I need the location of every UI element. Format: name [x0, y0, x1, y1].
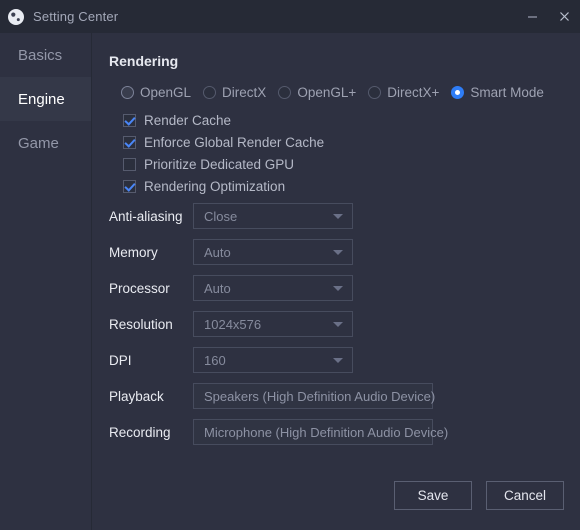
playback-device-value: Speakers (High Definition Audio Device)	[204, 388, 436, 404]
radio-icon	[368, 85, 382, 99]
checkbox-label: Prioritize Dedicated GPU	[144, 156, 295, 172]
sidebar-item-game[interactable]: Game	[0, 121, 91, 165]
row-resolution: Resolution 1024x576	[93, 306, 580, 342]
recording-device-value: Microphone (High Definition Audio Device…	[204, 424, 449, 440]
recording-device-field[interactable]: Microphone (High Definition Audio Device…	[193, 419, 448, 445]
checkbox-render-cache[interactable]: Render Cache	[123, 109, 324, 131]
radio-label: Smart Mode	[470, 84, 544, 100]
checkbox-icon	[123, 157, 136, 171]
radio-icon	[121, 85, 134, 99]
minimize-icon	[527, 16, 537, 18]
radio-smart-mode[interactable]: Smart Mode	[451, 85, 544, 100]
memory-label: Memory	[109, 244, 158, 260]
processor-value: Auto	[204, 280, 231, 296]
chevron-down-icon	[333, 321, 343, 327]
anti-aliasing-select[interactable]: Close	[193, 203, 353, 229]
chevron-down-icon	[333, 357, 343, 363]
processor-select[interactable]: Auto	[193, 275, 353, 301]
engine-form: Anti-aliasing Close Memory Auto Processo…	[93, 198, 580, 450]
radio-opengl-plus[interactable]: OpenGL+	[278, 85, 356, 100]
dpi-value: 160	[204, 352, 226, 368]
radio-directx[interactable]: DirectX	[203, 85, 266, 100]
close-button[interactable]	[548, 0, 580, 33]
chevron-down-icon	[333, 249, 343, 255]
sidebar-item-label: Engine	[18, 90, 65, 108]
dialog-footer: Save Cancel	[394, 481, 564, 510]
cancel-button[interactable]: Cancel	[486, 481, 564, 510]
minimize-button[interactable]	[516, 0, 548, 33]
playback-device-field[interactable]: Speakers (High Definition Audio Device)	[193, 383, 436, 409]
row-processor: Processor Auto	[93, 270, 580, 306]
checkbox-icon	[123, 113, 136, 127]
memory-value: Auto	[204, 244, 231, 260]
window-title: Setting Center	[33, 9, 119, 24]
row-dpi: DPI 160	[93, 342, 580, 378]
section-title-rendering: Rendering	[109, 53, 179, 69]
resolution-value: 1024x576	[204, 316, 262, 332]
radio-icon	[278, 85, 292, 99]
radio-opengl[interactable]: OpenGL	[121, 85, 191, 100]
radio-label: DirectX	[222, 84, 267, 100]
sidebar-item-basics[interactable]: Basics	[0, 33, 91, 77]
row-playback: Playback Speakers (High Definition Audio…	[93, 378, 580, 414]
radio-directx-plus[interactable]: DirectX+	[368, 85, 439, 100]
rendering-options-list: Render Cache Enforce Global Render Cache…	[123, 109, 324, 197]
recording-label: Recording	[109, 424, 171, 440]
title-bar: Setting Center	[0, 0, 580, 33]
window-controls	[516, 0, 580, 33]
setting-center-window: Setting Center Basics Engine Game Render…	[0, 0, 580, 530]
chevron-down-icon	[333, 285, 343, 291]
moon-logo-icon	[8, 8, 24, 25]
checkbox-icon	[123, 135, 136, 149]
processor-label: Processor	[109, 280, 170, 296]
anti-aliasing-label: Anti-aliasing	[109, 208, 183, 224]
radio-label: OpenGL+	[297, 84, 357, 100]
checkbox-label: Rendering Optimization	[144, 178, 286, 194]
sidebar: Basics Engine Game	[0, 33, 92, 530]
checkbox-label: Enforce Global Render Cache	[144, 134, 325, 150]
sidebar-item-label: Basics	[18, 46, 63, 64]
dpi-select[interactable]: 160	[193, 347, 353, 373]
radio-icon	[203, 85, 217, 99]
checkbox-label: Render Cache	[144, 112, 232, 128]
checkbox-prioritize-dedicated-gpu[interactable]: Prioritize Dedicated GPU	[123, 153, 324, 175]
chevron-down-icon	[333, 213, 343, 219]
memory-select[interactable]: Auto	[193, 239, 353, 265]
checkbox-rendering-optimization[interactable]: Rendering Optimization	[123, 175, 324, 197]
sidebar-item-label: Game	[18, 134, 59, 152]
anti-aliasing-value: Close	[204, 208, 238, 224]
dpi-label: DPI	[109, 352, 132, 368]
close-icon	[559, 12, 569, 21]
sidebar-item-engine[interactable]: Engine	[0, 77, 91, 121]
checkbox-icon	[123, 179, 136, 193]
row-anti-aliasing: Anti-aliasing Close	[93, 198, 580, 234]
radio-label: OpenGL	[140, 84, 192, 100]
radio-icon	[451, 85, 465, 99]
row-memory: Memory Auto	[93, 234, 580, 270]
resolution-label: Resolution	[109, 316, 173, 332]
render-mode-radio-group: OpenGL DirectX OpenGL+ DirectX+ Smart Mo…	[121, 81, 580, 103]
radio-label: DirectX+	[387, 84, 440, 100]
row-recording: Recording Microphone (High Definition Au…	[93, 414, 580, 450]
resolution-select[interactable]: 1024x576	[193, 311, 353, 337]
checkbox-enforce-global-render-cache[interactable]: Enforce Global Render Cache	[123, 131, 324, 153]
save-button[interactable]: Save	[394, 481, 472, 510]
engine-settings-panel: Rendering OpenGL DirectX OpenGL+ DirectX…	[93, 33, 580, 530]
playback-label: Playback	[109, 388, 164, 404]
